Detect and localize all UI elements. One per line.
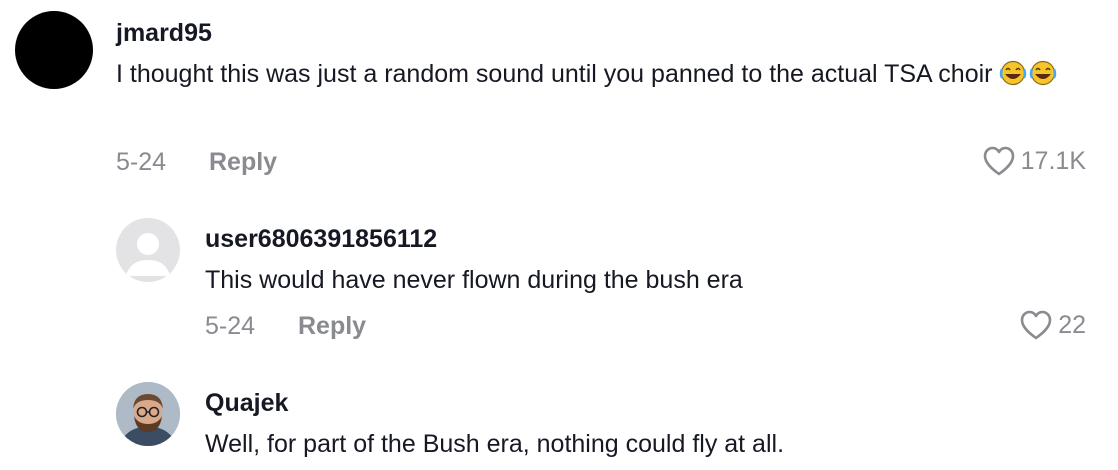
default-avatar-icon[interactable]	[116, 218, 180, 282]
comment-item: jmard95 I thought this was just a random…	[0, 0, 1118, 200]
laughing-emoji-icon	[999, 58, 1059, 99]
avatar[interactable]	[15, 11, 93, 89]
comment-username[interactable]: Quajek	[205, 388, 288, 418]
like-count: 22	[1058, 311, 1086, 339]
comment-text: This would have never flown during the b…	[205, 266, 743, 294]
avatar[interactable]	[116, 382, 180, 446]
reply-button[interactable]: Reply	[298, 311, 366, 341]
reply-comment-item: Quajek Well, for part of the Bush era, n…	[0, 360, 1118, 470]
like-count: 17.1K	[1020, 147, 1086, 175]
comment-username[interactable]: user6806391856112	[205, 224, 437, 254]
comment-text: Well, for part of the Bush era, nothing …	[205, 430, 785, 458]
reply-comment-item: user6806391856112 This would have never …	[0, 200, 1118, 360]
like-button[interactable]: 17.1K	[982, 145, 1086, 177]
comment-username[interactable]: jmard95	[116, 18, 212, 48]
comment-text-body: I thought this was just a random sound u…	[116, 60, 993, 88]
like-button[interactable]: 22	[1019, 309, 1086, 341]
heart-icon	[1019, 309, 1053, 341]
comment-date: 5-24	[116, 148, 167, 176]
reply-button[interactable]: Reply	[209, 147, 277, 177]
heart-icon	[982, 145, 1016, 177]
comment-text: I thought this was just a random sound u…	[116, 54, 1086, 99]
comment-date: 5-24	[205, 312, 256, 340]
